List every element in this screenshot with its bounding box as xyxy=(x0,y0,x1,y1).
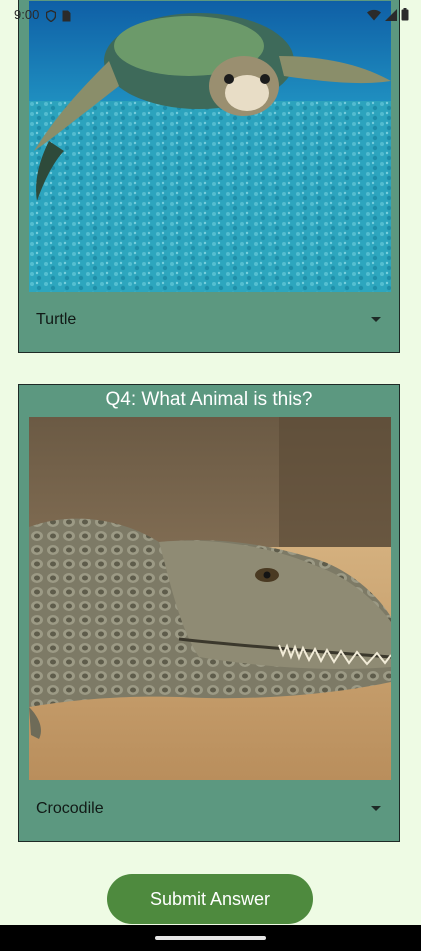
dropdown-selected-value: Turtle xyxy=(36,311,77,328)
shield-icon xyxy=(45,9,57,27)
submit-answer-button[interactable]: Submit Answer xyxy=(107,874,313,924)
home-gesture-handle[interactable] xyxy=(155,936,266,940)
question-card: Turtle xyxy=(18,0,400,353)
dropdown-selected-value: Crocodile xyxy=(36,800,104,817)
question-card: Q4: What Animal is this? Crocodile xyxy=(18,384,400,842)
sim-card-icon xyxy=(62,9,71,27)
answer-dropdown[interactable]: Turtle xyxy=(19,301,399,341)
crocodile-photo xyxy=(29,417,391,780)
question-title: Q4: What Animal is this? xyxy=(105,389,313,410)
turtle-photo xyxy=(29,1,391,292)
signal-icon xyxy=(385,8,397,26)
dropdown-arrow-icon xyxy=(371,806,381,811)
wifi-icon xyxy=(367,8,381,26)
status-time: 9:00 xyxy=(14,7,40,22)
navigation-bar xyxy=(0,925,421,951)
status-bar: 9:00 xyxy=(0,0,421,30)
battery-icon xyxy=(401,8,409,26)
dropdown-arrow-icon xyxy=(371,317,381,322)
answer-dropdown[interactable]: Crocodile xyxy=(19,790,399,830)
